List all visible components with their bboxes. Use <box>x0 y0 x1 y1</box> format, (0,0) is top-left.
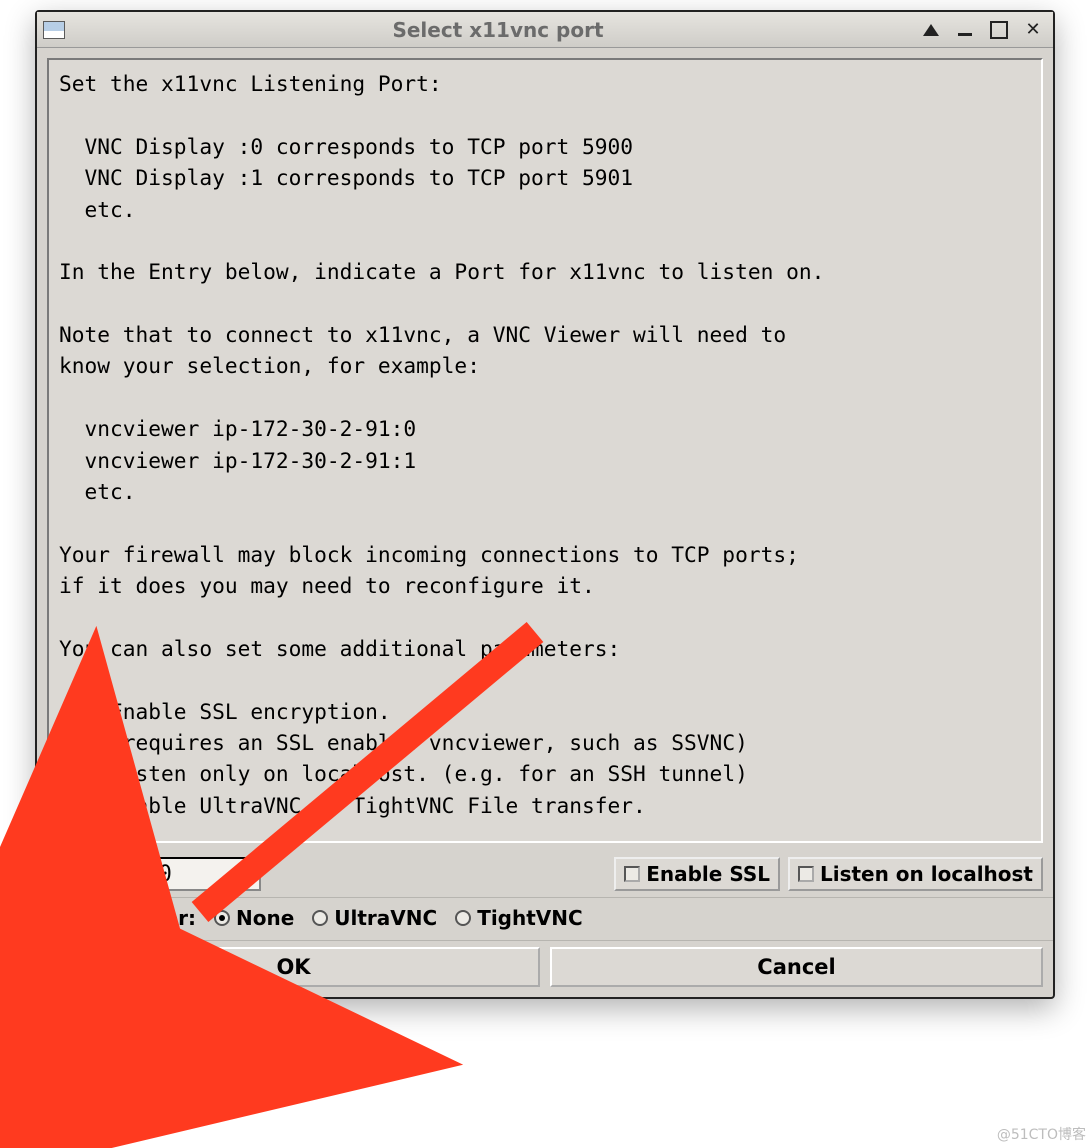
maximize-icon[interactable] <box>989 20 1009 40</box>
ok-button[interactable]: OK <box>47 947 540 987</box>
cancel-button[interactable]: Cancel <box>550 947 1043 987</box>
port-label: Port: <box>47 862 103 886</box>
enable-ssl-label: Enable SSL <box>646 862 770 886</box>
file-transfer-radio-none[interactable]: None <box>214 906 294 930</box>
file-transfer-row: File Transfer: None UltraVNC TightVNC <box>37 897 1053 940</box>
listen-localhost-label: Listen on localhost <box>820 862 1033 886</box>
file-transfer-label: File Transfer: <box>47 906 196 930</box>
radio-icon <box>455 910 471 926</box>
enable-ssl-checkbox[interactable]: Enable SSL <box>614 857 780 891</box>
close-icon[interactable] <box>1023 20 1043 40</box>
radio-icon <box>214 910 230 926</box>
file-transfer-radio-tightvnc[interactable]: TightVNC <box>455 906 583 930</box>
checkbox-icon <box>624 866 640 882</box>
minimize-icon[interactable] <box>955 20 975 40</box>
checkbox-icon <box>798 866 814 882</box>
window-controls <box>921 20 1047 40</box>
listen-localhost-checkbox[interactable]: Listen on localhost <box>788 857 1043 891</box>
description-text: Set the x11vnc Listening Port: VNC Displ… <box>59 68 1031 821</box>
port-input[interactable] <box>111 857 261 891</box>
window-icon <box>43 21 65 39</box>
button-row: OK Cancel <box>37 940 1053 997</box>
titlebar: Select x11vnc port <box>37 12 1053 48</box>
dialog-window: Select x11vnc port Set the x11vnc Listen… <box>35 10 1055 999</box>
radio-icon <box>312 910 328 926</box>
window-title: Select x11vnc port <box>75 18 921 42</box>
radio-label: None <box>236 906 294 930</box>
port-row: Port: Enable SSL Listen on localhost <box>37 853 1053 897</box>
watermark: @51CTO博客 <box>997 1124 1086 1144</box>
file-transfer-radio-ultravnc[interactable]: UltraVNC <box>312 906 437 930</box>
radio-label: TightVNC <box>477 906 583 930</box>
rollup-icon[interactable] <box>921 20 941 40</box>
radio-label: UltraVNC <box>334 906 437 930</box>
description-panel: Set the x11vnc Listening Port: VNC Displ… <box>47 58 1043 843</box>
